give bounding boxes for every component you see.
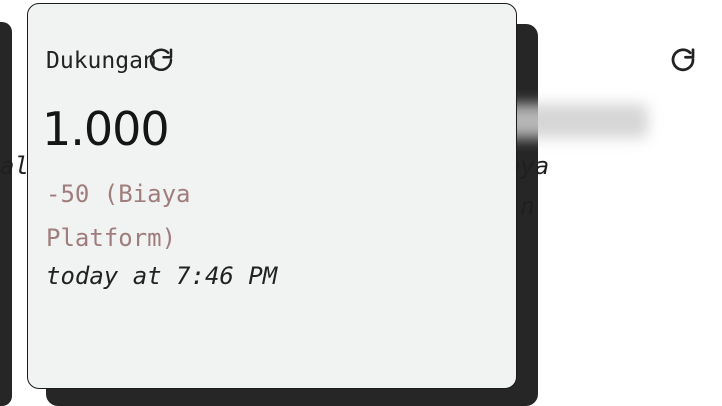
background-left-card (0, 22, 12, 406)
card-amount: 1.000 (42, 102, 170, 156)
support-card[interactable]: Dukungan 1.000 -50 (Biaya Platform) toda… (27, 3, 517, 389)
refresh-icon[interactable] (668, 46, 698, 76)
card-timestamp: today at 7:46 PM (46, 262, 278, 290)
refresh-icon-overlap[interactable] (146, 46, 176, 76)
card-fee: -50 (Biaya Platform) (46, 180, 191, 252)
card-title: Dukungan (46, 48, 157, 74)
background-left-text: al (0, 152, 29, 180)
